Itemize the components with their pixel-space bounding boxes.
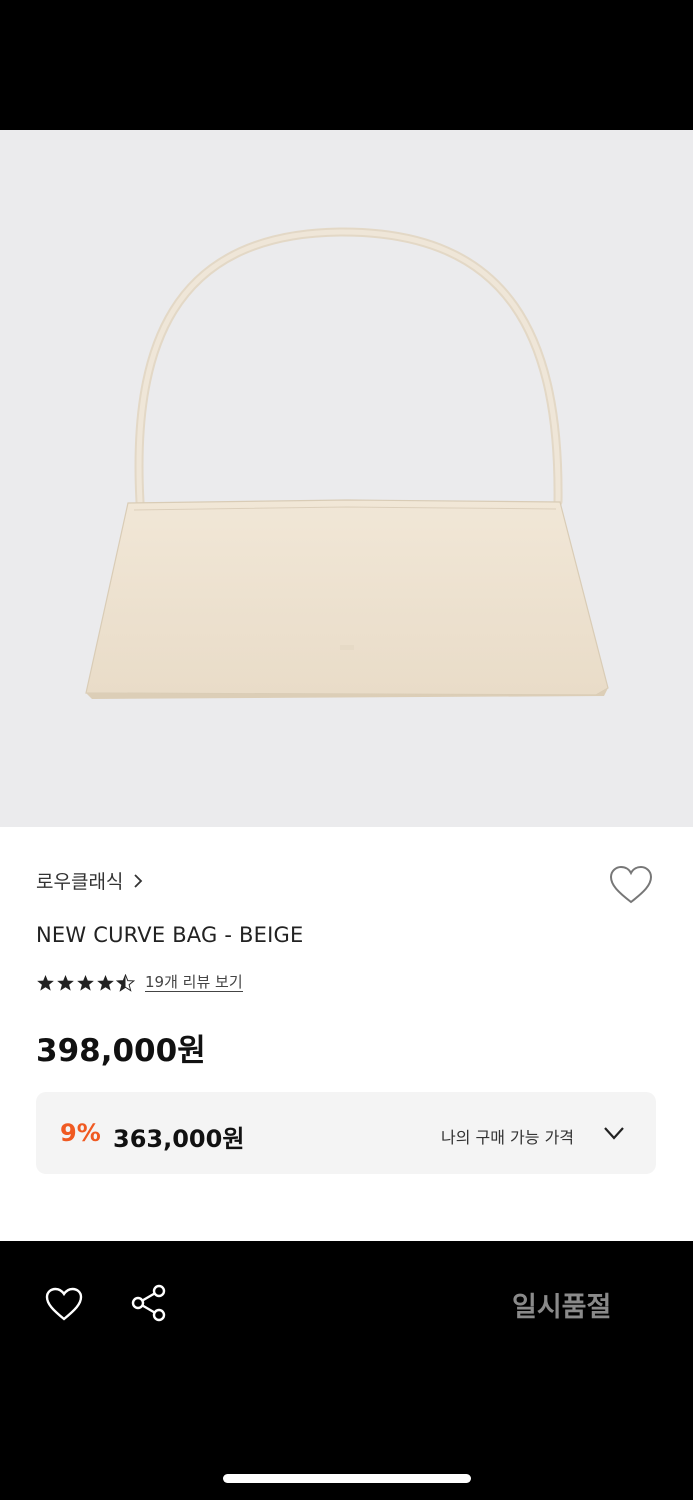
soldout-button[interactable]: 일시품절	[512, 1285, 611, 1324]
star-icon	[97, 974, 114, 991]
product-name: NEW CURVE BAG - BEIGE	[36, 923, 304, 947]
star-icon	[57, 974, 74, 991]
product-image[interactable]	[0, 130, 693, 827]
heart-outline-icon[interactable]	[608, 864, 654, 906]
heart-outline-icon[interactable]	[44, 1286, 84, 1322]
status-bar-area	[0, 0, 693, 130]
brand-name: 로우클래식	[36, 871, 124, 893]
chevron-down-icon[interactable]	[602, 1123, 626, 1143]
member-price-box[interactable]: 9% 363,000원 나의 구매 가능 가격	[36, 1092, 656, 1174]
sale-price: 363,000원	[113, 1125, 245, 1153]
chevron-right-icon	[134, 873, 143, 888]
brand-link[interactable]: 로우클래식	[36, 867, 145, 894]
star-rating	[36, 973, 135, 992]
home-indicator[interactable]	[223, 1474, 471, 1483]
my-price-label: 나의 구매 가능 가격	[441, 1128, 575, 1147]
bottom-action-bar: 일시품절	[0, 1241, 693, 1500]
review-link[interactable]: 19개 리뷰 보기	[145, 973, 243, 992]
product-info-panel: 로우클래식 NEW CURVE BAG - BEIGE 19개 리뷰 보기 39…	[0, 827, 693, 1241]
bag-illustration	[85, 227, 609, 699]
rating-row: 19개 리뷰 보기	[36, 973, 243, 992]
half-star-icon	[116, 973, 135, 992]
star-icon	[77, 974, 94, 991]
product-price: 398,000원	[36, 1033, 206, 1069]
share-icon[interactable]	[130, 1283, 168, 1323]
discount-rate: 9%	[60, 1119, 101, 1147]
star-icon	[37, 974, 54, 991]
